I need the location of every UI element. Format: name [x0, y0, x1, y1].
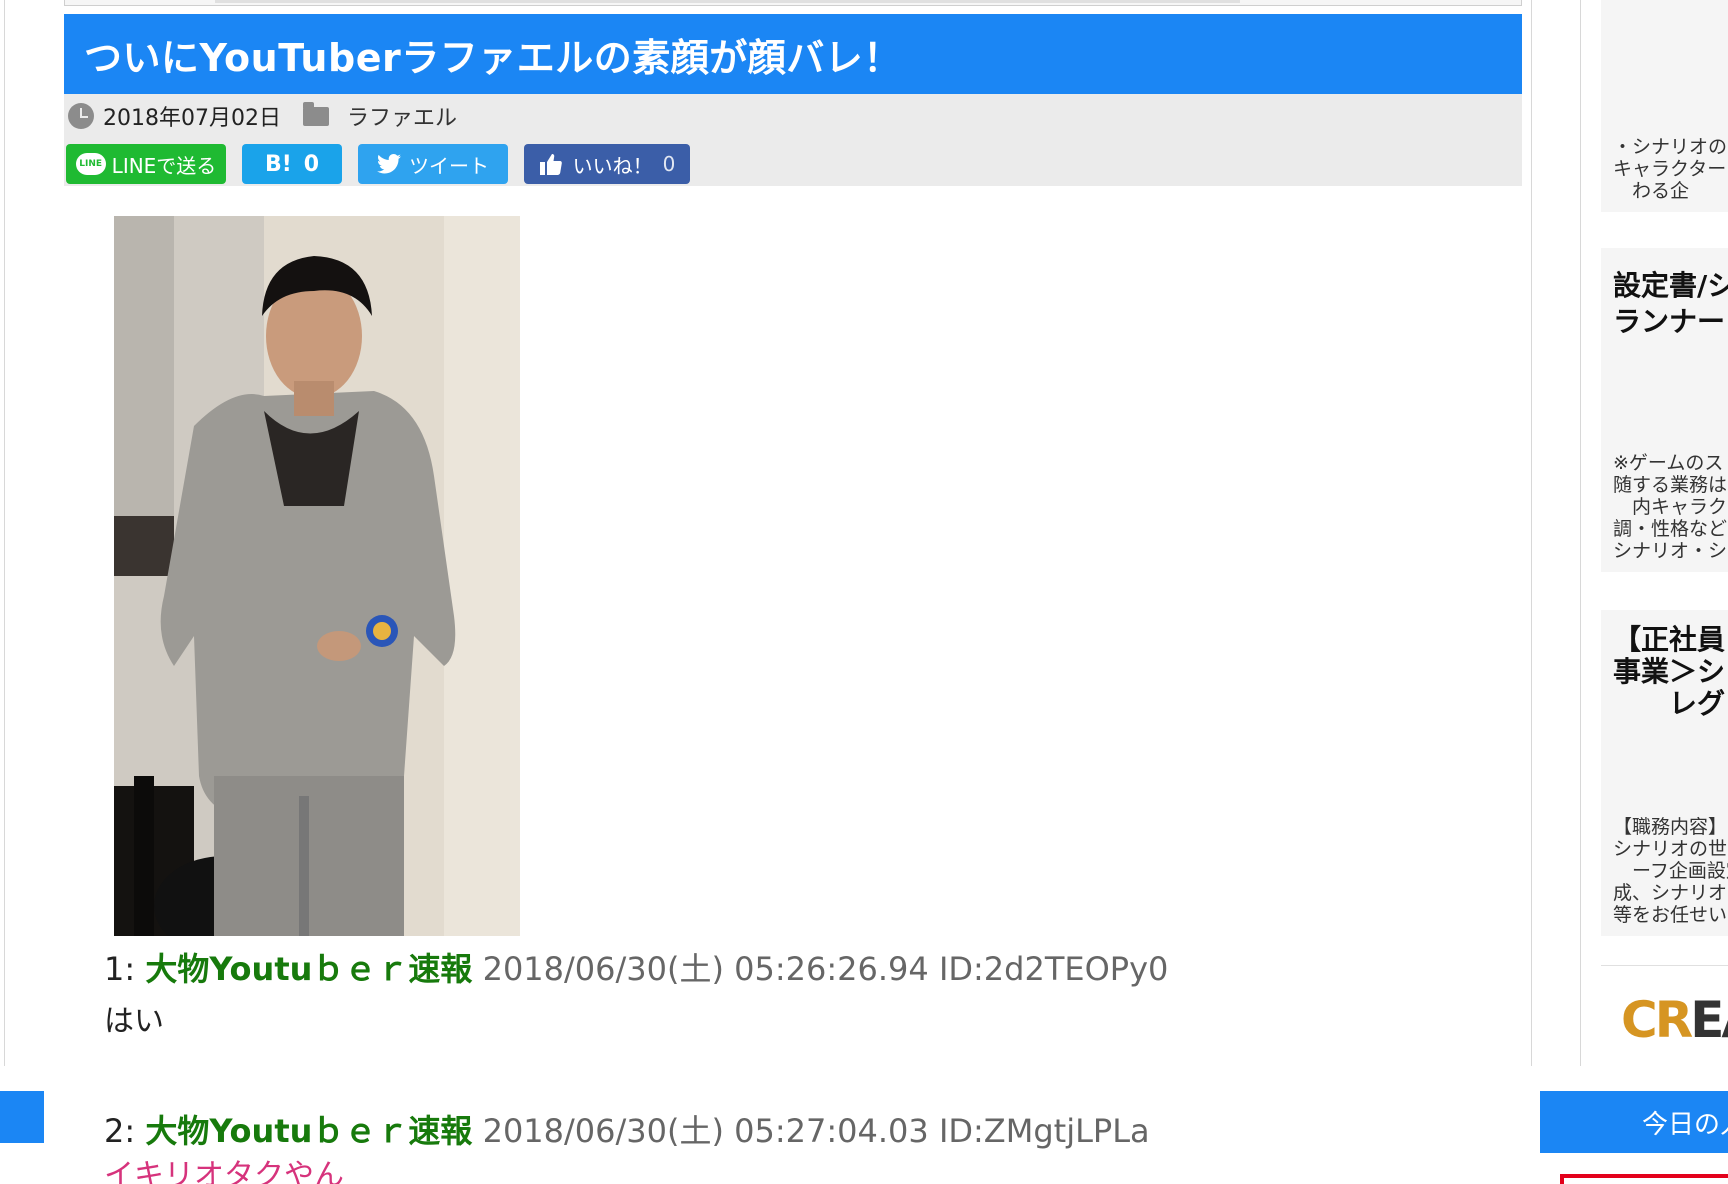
page: ついにYouTuberラファエルの素顔が顔バレ！ 2018年07月02日 ラファ… — [0, 0, 1728, 1184]
category-link[interactable]: ラファエル — [347, 100, 457, 132]
line-share-label: LINEで送る — [111, 153, 217, 178]
comment-meta: 2018/06/30(土) 05:27:04.03 ID:ZMgtjLPLa — [482, 1112, 1150, 1150]
left-widget-header — [0, 1091, 44, 1143]
tweet-button[interactable]: ツイート — [358, 144, 508, 184]
comment-header: 2: 大物Youtuｂｅｒ速報 2018/06/30(土) 05:27:04.0… — [104, 1106, 1150, 1152]
article-meta: 2018年07月02日 ラファエル LINE LINEで送る B! 0 ツイート — [64, 94, 1522, 186]
share-buttons: LINE LINEで送る B! 0 ツイート いいね！ 0 — [66, 144, 706, 184]
ad-text-line: ーフ企画設定 — [1632, 860, 1728, 882]
sidebar-ad-card[interactable]: 設定書/シ ランナー ※ゲームのス 随する業務は 内キャラク 調・性格など シナ… — [1601, 248, 1728, 572]
ad-text-line: ※ゲームのス — [1613, 452, 1724, 474]
tweet-label: ツイート — [409, 153, 489, 178]
comment-header: 1: 大物Youtuｂｅｒ速報 2018/06/30(土) 05:26:26.9… — [104, 944, 1168, 990]
comment-number: 1: — [104, 950, 136, 988]
top-scroll-strip — [64, 0, 1522, 6]
person-photo-illustration — [114, 216, 520, 936]
comment-author: 大物Youtuｂｅｒ速報 — [145, 950, 473, 988]
hatena-count: 0 — [303, 151, 320, 177]
comment-number: 2: — [104, 1112, 136, 1150]
ad-text-line: キャラクター — [1613, 158, 1727, 180]
ranking-item-border — [1560, 1174, 1728, 1184]
line-share-button[interactable]: LINE LINEで送る — [66, 144, 226, 184]
ad-title-line: レグ — [1613, 687, 1726, 720]
folder-icon — [302, 101, 329, 126]
creative-logo-ad[interactable]: CREATIVE — [1601, 965, 1728, 1065]
article-title-bar: ついにYouTuberラファエルの素顔が顔バレ！ — [64, 14, 1522, 94]
clock-icon — [68, 103, 94, 129]
ad-text-line: ・シナリオの — [1613, 136, 1728, 158]
ad-text-line: 随する業務は — [1613, 474, 1728, 496]
ranking-widget-header: 今日の人気記事 — [1540, 1091, 1728, 1153]
article-title: ついにYouTuberラファエルの素顔が顔バレ！ — [84, 35, 902, 80]
ad-title-line: ランナー — [1613, 305, 1726, 338]
comment-body: イキリオタクやん — [104, 1158, 344, 1184]
meta-row: 2018年07月02日 ラファエル — [68, 101, 457, 131]
like-count: 0 — [662, 152, 676, 176]
ad-text-line: 【職務内容】 — [1613, 816, 1728, 838]
ad-title-line: 設定書/シ — [1613, 269, 1728, 302]
creative-logo: CREATIVE — [1621, 991, 1728, 1049]
comment-meta: 2018/06/30(土) 05:26:26.94 ID:2d2TEOPy0 — [482, 950, 1169, 988]
line-icon: LINE — [75, 153, 106, 175]
ad-title-line: 【正社員 — [1613, 623, 1726, 656]
ad-text-line: 等をお任せい — [1613, 904, 1728, 926]
ad-text-line: 内キャラク — [1613, 496, 1728, 518]
thumbs-up-icon — [539, 154, 562, 175]
like-label: いいね！ — [572, 153, 653, 178]
ad-text-line: シナリオ・シ — [1613, 540, 1728, 562]
ad-text-line: 調・性格など — [1613, 518, 1728, 540]
ad-text-line: わる企 — [1613, 180, 1690, 202]
facebook-like-button[interactable]: いいね！ 0 — [524, 144, 690, 184]
post-date: 2018年07月02日 — [103, 106, 281, 131]
comment-author: 大物Youtuｂｅｒ速報 — [145, 1112, 473, 1150]
article-photo — [114, 216, 520, 936]
ad-title-line: 事業＞シ — [1613, 655, 1726, 688]
sidebar-ad-card[interactable]: ・シナリオの キャラクター わる企 — [1601, 0, 1728, 212]
comment-body: はい — [104, 1004, 164, 1039]
ad-text-line: 成、シナリオ — [1613, 882, 1728, 904]
hatena-bookmark-button[interactable]: B! 0 — [242, 144, 342, 184]
twitter-bird-icon — [377, 154, 401, 174]
ad-text-line: シナリオの世 — [1613, 838, 1728, 860]
hatena-label: B! — [264, 151, 292, 177]
sidebar: ・シナリオの キャラクター わる企 設定書/シ ランナー ※ゲームのス 随する業… — [1580, 0, 1728, 1066]
sidebar-ad-card[interactable]: 【正社員 事業＞シ レグ 【職務内容】 シナリオの世 ーフ企画設定 成、シナリオ… — [1601, 610, 1728, 936]
ranking-title: 今日の人気記事 — [1642, 1109, 1728, 1140]
